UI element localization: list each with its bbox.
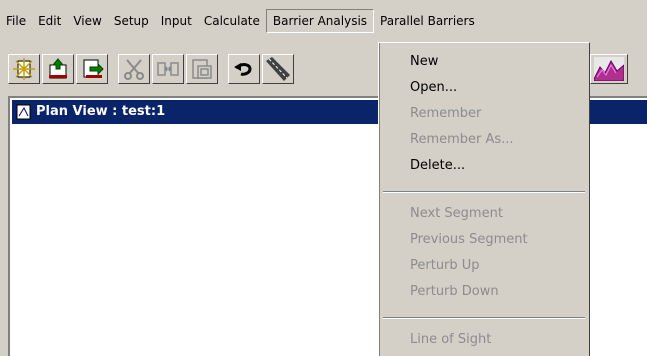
menu-item-open[interactable]: Open...	[380, 75, 588, 101]
menu-view[interactable]: View	[67, 9, 107, 33]
menu-item-new[interactable]: New	[380, 49, 588, 75]
new-document-icon[interactable]	[8, 54, 40, 84]
copy-icon[interactable]	[152, 54, 184, 84]
menu-separator	[383, 191, 585, 193]
menu-item-remember-as: Remember As...	[410, 132, 514, 147]
undo-icon[interactable]	[228, 54, 260, 84]
menu-bar: File Edit View Setup Input Calculate Bar…	[0, 8, 647, 34]
paste-icon[interactable]	[186, 54, 218, 84]
menu-edit[interactable]: Edit	[32, 9, 67, 33]
menu-item-next-segment: Next Segment	[410, 206, 503, 221]
menu-file[interactable]: File	[0, 9, 32, 33]
menu-barrier-analysis[interactable]: Barrier Analysis	[265, 9, 375, 33]
road-icon[interactable]	[262, 54, 294, 84]
cut-icon[interactable]	[118, 54, 150, 84]
save-icon[interactable]	[76, 54, 108, 84]
terrain-icon[interactable]	[590, 54, 628, 84]
menu-item-perturb-up: Perturb Up	[410, 258, 480, 273]
menu-item-previous-segment: Previous Segment	[410, 232, 528, 247]
open-folder-icon[interactable]	[42, 54, 74, 84]
menu-parallel-barriers[interactable]: Parallel Barriers	[374, 9, 481, 33]
menu-item-remember: Remember	[410, 106, 482, 121]
menu-item-perturb-down: Perturb Down	[410, 284, 499, 299]
barrier-analysis-menu: New Open... Remember Remember As... Dele…	[378, 42, 590, 356]
document-icon	[16, 104, 32, 129]
plan-view-title: Plan View : test:1	[36, 104, 166, 119]
menu-item-delete[interactable]: Delete...	[380, 153, 588, 179]
menu-input[interactable]: Input	[155, 9, 198, 33]
menu-calculate[interactable]: Calculate	[198, 9, 266, 33]
menu-separator	[383, 317, 585, 319]
menu-item-line-of-sight: Line of Sight	[410, 332, 492, 347]
menu-setup[interactable]: Setup	[108, 9, 155, 33]
